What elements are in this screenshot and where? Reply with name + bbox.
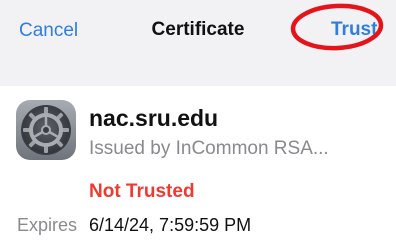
trust-button[interactable]: Trust: [331, 18, 377, 42]
expires-value: 6/14/24, 7:59:59 PM: [89, 215, 252, 235]
certificate-name: nac.sru.edu: [89, 105, 219, 131]
trust-status-label: Not Trusted: [89, 181, 195, 202]
expires-label: Expires: [17, 215, 78, 235]
navigation-bar: Cancel Certificate Trust: [0, 0, 396, 86]
gear-certificate-icon: [16, 100, 76, 160]
certificate-issuer: Issued by InCommon RSA...: [89, 138, 329, 159]
